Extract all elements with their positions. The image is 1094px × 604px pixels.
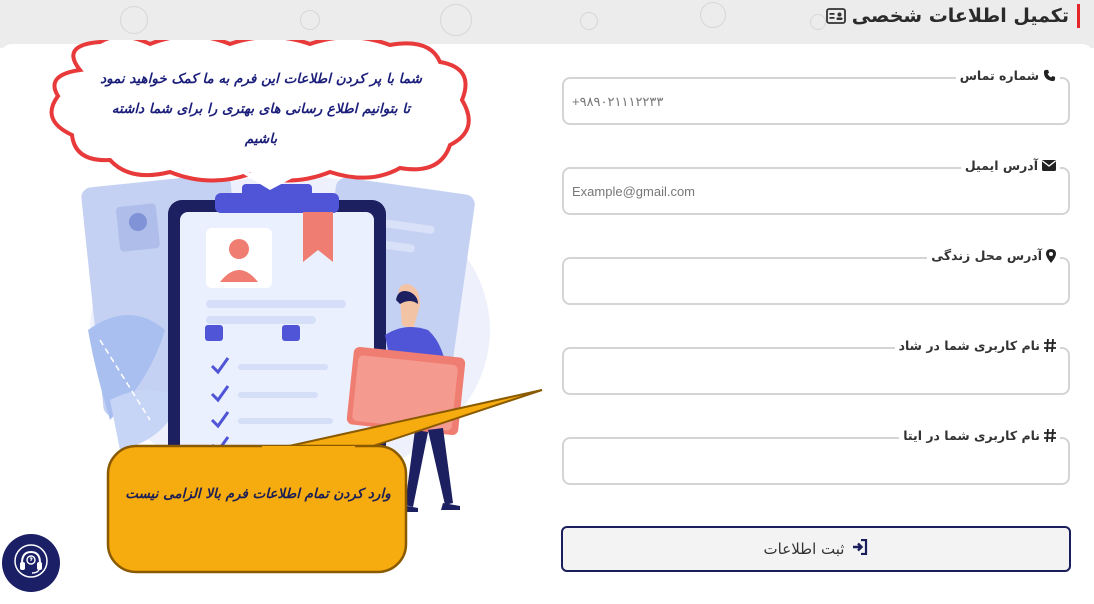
submit-button-label: ثبت اطلاعات bbox=[763, 540, 845, 558]
eita-label-text: نام کاربری شما در ایتا bbox=[903, 428, 1040, 443]
support-button[interactable] bbox=[2, 534, 60, 592]
page-title-text: تکمیل اطلاعات شخصی bbox=[851, 5, 1069, 27]
address-label-text: آدرس محل زندگی bbox=[931, 248, 1042, 263]
shad-username-input[interactable] bbox=[572, 359, 1052, 383]
eita-label: نام کاربری شما در ایتا bbox=[899, 428, 1060, 443]
address-field-wrapper bbox=[562, 257, 1070, 305]
eita-username-input[interactable] bbox=[572, 449, 1052, 473]
email-field-wrapper bbox=[562, 167, 1070, 215]
phone-label: شماره تماس bbox=[955, 68, 1060, 83]
sign-in-icon bbox=[852, 538, 868, 559]
address-label: آدرس محل زندگی bbox=[927, 248, 1060, 263]
phone-label-text: شماره تماس bbox=[959, 68, 1039, 83]
hashtag-icon bbox=[1044, 339, 1056, 352]
id-card-icon bbox=[825, 8, 846, 24]
phone-input[interactable] bbox=[572, 89, 1052, 113]
page-title: تکمیل اطلاعات شخصی bbox=[825, 4, 1080, 28]
shad-label: نام کاربری شما در شاد bbox=[894, 338, 1060, 353]
phone-icon bbox=[1043, 69, 1056, 82]
note-bubble bbox=[106, 444, 408, 574]
email-input[interactable] bbox=[572, 179, 1052, 203]
hashtag-icon bbox=[1044, 429, 1056, 442]
shad-label-text: نام کاربری شما در شاد bbox=[898, 338, 1040, 353]
submit-button[interactable]: ثبت اطلاعات bbox=[561, 526, 1071, 572]
map-marker-icon bbox=[1046, 248, 1056, 263]
email-label-text: آدرس ایمیل bbox=[964, 158, 1038, 173]
email-label: آدرس ایمیل bbox=[960, 158, 1060, 173]
phone-field-wrapper bbox=[562, 77, 1070, 125]
cloud-message: شما با پر کردن اطلاعات این فرم به ما کمک… bbox=[100, 71, 422, 147]
eita-field-wrapper bbox=[562, 437, 1070, 485]
note-message: وارد کردن تمام اطلاعات فرم بالا الزامی ن… bbox=[125, 486, 391, 502]
headset-icon bbox=[13, 543, 49, 583]
address-input[interactable] bbox=[572, 269, 1052, 293]
envelope-icon bbox=[1042, 160, 1056, 171]
title-accent-bar bbox=[1077, 4, 1080, 28]
shad-field-wrapper bbox=[562, 347, 1070, 395]
